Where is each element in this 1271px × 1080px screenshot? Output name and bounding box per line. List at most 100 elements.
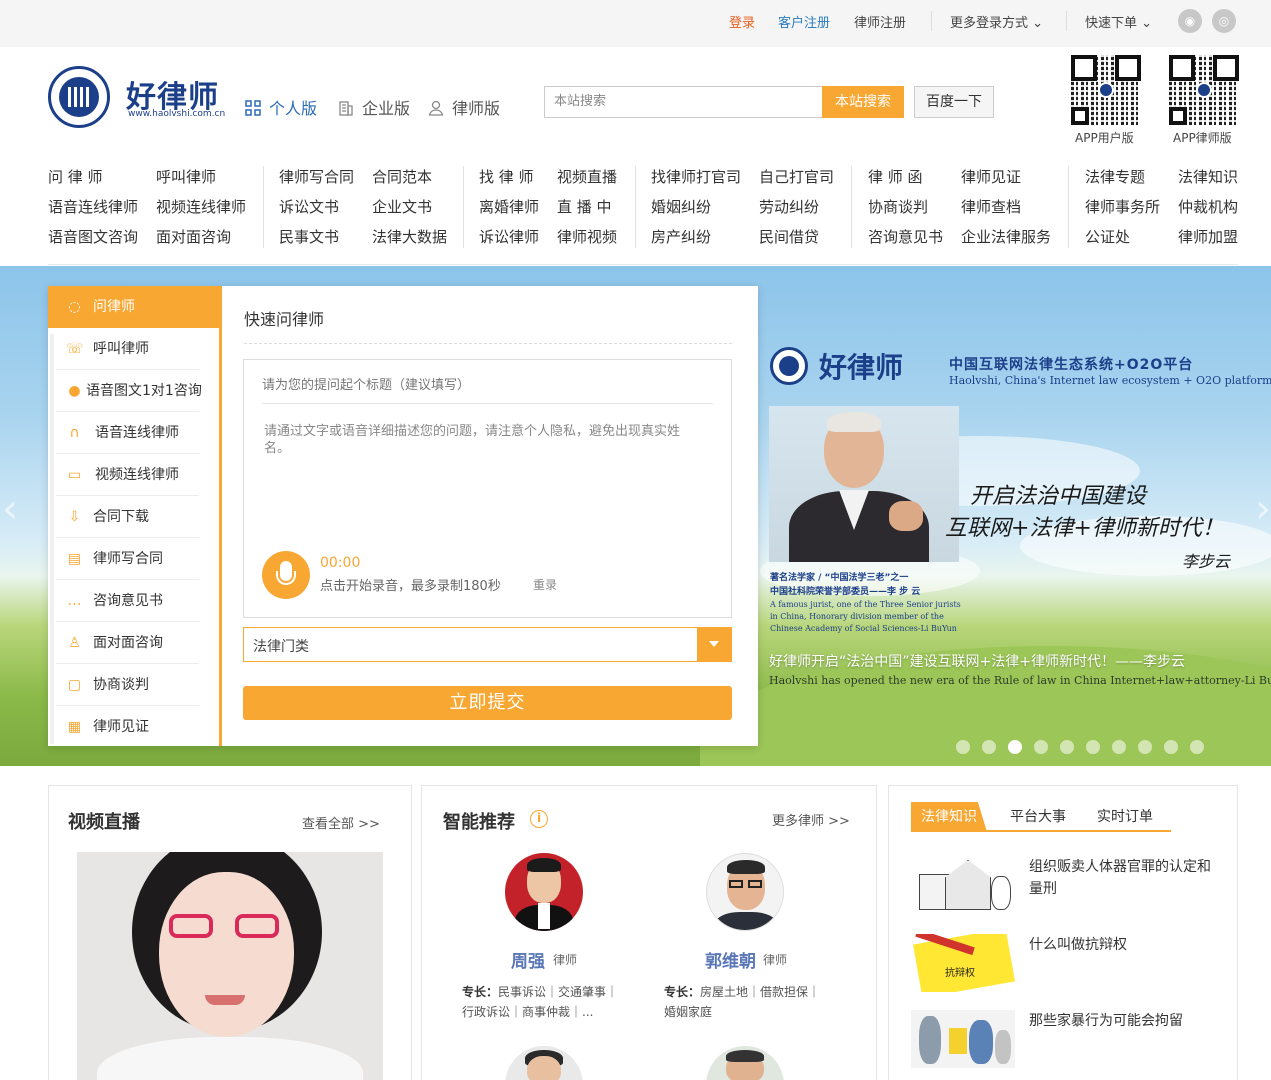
nav-link[interactable]: 语音图文咨询: [48, 226, 138, 247]
baidu-search-button[interactable]: 百度一下: [914, 86, 994, 118]
carousel-dot[interactable]: [1060, 740, 1074, 754]
view-all-link[interactable]: 查看全部 >>: [302, 813, 380, 832]
client-register-link[interactable]: 客户注册: [778, 12, 830, 31]
service-item-video-call[interactable]: ▭ 视频连线律师: [48, 454, 219, 496]
carousel-dot[interactable]: [982, 740, 996, 754]
weibo-icon[interactable]: ◎: [1212, 9, 1236, 33]
nav-link[interactable]: 咨询意见书: [868, 226, 943, 247]
nav-link[interactable]: 面对面咨询: [156, 226, 231, 247]
record-button[interactable]: [262, 551, 310, 599]
lawyer-name[interactable]: 郭维朝: [705, 947, 756, 972]
tab-live-orders[interactable]: 实时订单: [1097, 802, 1153, 832]
news-item[interactable]: 那些家暴行为可能会拘留: [911, 1010, 1211, 1070]
nav-link[interactable]: 企业文书: [372, 196, 432, 217]
nav-link[interactable]: 公证处: [1085, 226, 1130, 247]
nav-link[interactable]: 律师视频: [557, 226, 617, 247]
nav-link[interactable]: 法律知识: [1178, 166, 1238, 187]
service-item-ask-lawyer[interactable]: ◌ 问律师: [48, 286, 219, 328]
nav-link[interactable]: 合同范本: [372, 166, 432, 187]
live-video-thumbnail[interactable]: [77, 852, 383, 1080]
carousel-dot[interactable]: [1190, 740, 1204, 754]
service-item-contract-writing[interactable]: ▤ 律师写合同: [48, 538, 219, 580]
nav-link[interactable]: 律 师 函: [868, 166, 923, 187]
nav-link[interactable]: 劳动纠纷: [759, 196, 819, 217]
news-title: 什么叫做抗辩权: [1029, 937, 1127, 953]
select-arrow[interactable]: [697, 628, 731, 661]
nav-link[interactable]: 律师写合同: [279, 166, 354, 187]
nav-link[interactable]: 律师加盟: [1178, 226, 1238, 247]
login-link[interactable]: 登录: [729, 12, 755, 31]
nav-link[interactable]: 婚姻纠纷: [651, 196, 711, 217]
nav-link[interactable]: 找 律 师: [479, 166, 534, 187]
nav-link[interactable]: 民间借贷: [759, 226, 819, 247]
nav-link[interactable]: 企业法律服务: [961, 226, 1051, 247]
chevron-right-icon[interactable]: ›: [1255, 484, 1271, 534]
service-item-negotiation[interactable]: ▢ 协商谈判: [48, 664, 219, 706]
chevron-left-icon[interactable]: ‹: [2, 484, 18, 534]
edition-lawyer[interactable]: 律师版: [428, 95, 500, 119]
service-item-voice-call[interactable]: ∩ 语音连线律师: [48, 412, 219, 454]
tab-platform-events[interactable]: 平台大事: [1010, 802, 1066, 832]
nav-link[interactable]: 民事文书: [279, 226, 339, 247]
more-login-dropdown[interactable]: 更多登录方式 ⌄: [950, 12, 1043, 31]
nav-link[interactable]: 语音连线律师: [48, 196, 138, 217]
nav-link[interactable]: 视频直播: [557, 166, 617, 187]
carousel-dot[interactable]: [1086, 740, 1100, 754]
nav-link[interactable]: 视频连线律师: [156, 196, 246, 217]
nav-link[interactable]: 法律专题: [1085, 166, 1145, 187]
nav-link[interactable]: 直 播 中: [557, 196, 612, 217]
carousel-dot[interactable]: [1034, 740, 1048, 754]
nav-link[interactable]: 法律大数据: [372, 226, 447, 247]
carousel-dot[interactable]: [956, 740, 970, 754]
record-timer: 00:00: [320, 555, 361, 571]
edition-personal[interactable]: 个人版: [245, 95, 317, 119]
quick-ask-panel: ◌ 问律师 ☏ 呼叫律师 ● 语音图文1对1咨询 ∩ 语音连线律师 ▭ 视频连线律师 ⇩ 合…: [48, 286, 758, 746]
nav-link[interactable]: 诉讼律师: [479, 226, 539, 247]
avatar[interactable]: [505, 1046, 583, 1080]
nav-link[interactable]: 协商谈判: [868, 196, 928, 217]
question-title-input[interactable]: 请为您的提问起个标题（建议填写）: [262, 374, 470, 393]
news-item[interactable]: 抗辩权 什么叫做抗辩权: [911, 934, 1211, 994]
news-item[interactable]: 组织贩卖人体器官罪的认定和量刑: [911, 856, 1211, 916]
site-search-button[interactable]: 本站搜索: [822, 86, 904, 118]
service-label: 协商谈判: [93, 677, 149, 693]
service-item-face-to-face[interactable]: ♙ 面对面咨询: [48, 622, 219, 664]
law-category-select[interactable]: 法律门类: [243, 627, 732, 662]
info-circle-icon[interactable]: i: [530, 810, 548, 828]
lawyer-name[interactable]: 周强: [511, 947, 545, 972]
service-item-attestation[interactable]: ▦ 律师见证: [48, 706, 219, 748]
lawyer-register-link[interactable]: 律师注册: [854, 12, 906, 31]
nav-link[interactable]: 律师查档: [961, 196, 1021, 217]
nav-link[interactable]: 找律师打官司: [651, 166, 741, 187]
more-lawyers-link[interactable]: 更多律师 >>: [772, 810, 850, 829]
edition-enterprise[interactable]: 企业版: [338, 95, 410, 119]
search-input[interactable]: 本站搜索: [544, 86, 822, 118]
rerecord-button[interactable]: 重录: [533, 576, 557, 593]
nav-link[interactable]: 律师见证: [961, 166, 1021, 187]
service-item-contract-download[interactable]: ⇩ 合同下载: [48, 496, 219, 538]
carousel-dot[interactable]: [1164, 740, 1178, 754]
carousel-dot[interactable]: [1138, 740, 1152, 754]
nav-link[interactable]: 仲裁机构: [1178, 196, 1238, 217]
question-detail-textarea[interactable]: 请通过文字或语音详细描述您的问题，请注意个人隐私，避免出现真实姓名。: [264, 423, 704, 457]
nav-link[interactable]: 房产纠纷: [651, 226, 711, 247]
nav-link[interactable]: 呼叫律师: [156, 166, 216, 187]
wechat-icon[interactable]: ◉: [1178, 9, 1202, 33]
service-item-call-lawyer[interactable]: ☏ 呼叫律师: [48, 328, 219, 370]
nav-link[interactable]: 诉讼文书: [279, 196, 339, 217]
service-item-opinion-letter[interactable]: … 咨询意见书: [48, 580, 219, 622]
service-item-voice-text[interactable]: ● 语音图文1对1咨询: [48, 370, 219, 412]
nav-link[interactable]: 自己打官司: [759, 166, 834, 187]
carousel-dot-active[interactable]: [1008, 740, 1022, 754]
nav-link[interactable]: 问 律 师: [48, 166, 103, 187]
quick-order-dropdown[interactable]: 快速下单 ⌄: [1085, 12, 1152, 31]
submit-button[interactable]: 立即提交: [243, 686, 732, 720]
avatar[interactable]: [706, 1046, 784, 1080]
nav-link[interactable]: 离婚律师: [479, 196, 539, 217]
site-logo[interactable]: 好律师 www.haolvshi.com.cn: [48, 66, 225, 128]
banner-brand: 好律师: [819, 351, 904, 384]
carousel-dot[interactable]: [1112, 740, 1126, 754]
tab-law-knowledge[interactable]: 法律知识: [911, 802, 987, 832]
service-label: 视频连线律师: [95, 467, 179, 483]
nav-link[interactable]: 律师事务所: [1085, 196, 1160, 217]
